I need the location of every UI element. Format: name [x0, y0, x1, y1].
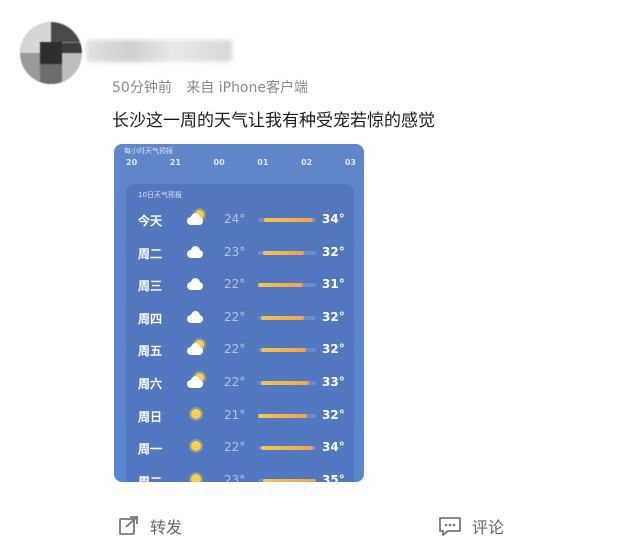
cloud-icon — [186, 308, 206, 324]
forecast-row: 周三 22° 31° — [126, 273, 354, 305]
comment-icon — [439, 517, 461, 536]
forecast-low: 23° — [224, 472, 246, 482]
forecast-row: 周五 22° 32° — [126, 338, 354, 370]
forecast-day: 周二 — [138, 474, 163, 482]
weather-screenshot[interactable]: 每小时天气预报 20 21 00 01 02 03 10日天气预报 今天 24° 3… — [114, 144, 364, 482]
hourly-title: 每小时天气预报 — [124, 147, 173, 155]
forecast-day: 周日 — [138, 409, 163, 424]
temperature-range-fill — [260, 381, 310, 385]
forecast-low: 22° — [224, 309, 246, 324]
post-time: 50分钟前 — [112, 80, 172, 96]
comment-label: 评论 — [472, 518, 505, 537]
forecast-high: 32° — [322, 244, 345, 259]
username-redacted[interactable] — [86, 40, 232, 62]
temperature-range-bar — [258, 250, 316, 255]
forecast-high: 34° — [322, 440, 345, 455]
forecast-high: 32° — [322, 407, 345, 422]
hourly-time: 01 — [257, 158, 269, 167]
temperature-range-fill — [260, 315, 305, 320]
hourly-time: 00 — [213, 158, 225, 167]
forecast-row: 周一 22° 34° — [126, 436, 354, 468]
forecast-low: 23° — [224, 244, 246, 259]
forecast-high: 34° — [322, 212, 345, 226]
temperature-range-fill — [262, 250, 305, 255]
temperature-range-bar — [258, 218, 316, 222]
temperature-range-bar — [258, 478, 316, 482]
temperature-range-fill — [260, 446, 314, 451]
repost-icon — [119, 516, 138, 535]
forecast-day: 周二 — [138, 246, 163, 261]
post-source[interactable]: 来自 iPhone客户端 — [186, 80, 308, 96]
sun-icon — [186, 471, 206, 482]
hourly-time: 03 — [344, 158, 356, 167]
forecast-low: 22° — [224, 440, 246, 455]
forecast-high: 33° — [322, 375, 345, 389]
temperature-range-bar — [258, 283, 316, 288]
forecast-low: 22° — [224, 277, 246, 292]
forecast-row: 周六 22° 33° — [126, 371, 354, 403]
forecast-low: 24° — [224, 212, 246, 226]
avatar[interactable] — [20, 22, 82, 84]
temperature-range-fill — [258, 413, 308, 418]
cloud-icon — [186, 243, 206, 259]
forecast-high: 32° — [322, 342, 345, 357]
partly-cloudy-icon — [186, 210, 206, 226]
temperature-range-bar — [258, 348, 316, 353]
forecast-row: 周四 22° 32° — [126, 306, 354, 338]
temperature-range-bar — [258, 446, 316, 451]
partly-cloudy-icon — [186, 373, 206, 389]
hourly-time: 21 — [169, 158, 181, 167]
forecast-day: 今天 — [138, 214, 163, 228]
forecast-title: 10日天气预报 — [138, 191, 182, 199]
temperature-range-fill — [258, 283, 304, 288]
temperature-range-fill — [260, 348, 306, 353]
forecast-row: 今天 24° 34° — [126, 208, 354, 240]
forecast-day: 周五 — [138, 344, 163, 359]
forecast-day: 周一 — [138, 442, 163, 457]
temperature-range-bar — [258, 381, 316, 385]
temperature-range-bar — [258, 315, 316, 320]
post-meta: 50分钟前 来自 iPhone客户端 — [112, 77, 318, 97]
hourly-forecast: 每小时天气预报 20 21 00 01 02 03 — [114, 144, 364, 184]
forecast-high: 32° — [322, 309, 345, 324]
temperature-range-bar — [258, 413, 316, 418]
forecast-low: 21° — [224, 407, 246, 422]
forecast-day: 周六 — [138, 377, 163, 391]
hourly-times: 20 21 00 01 02 03 — [126, 158, 356, 167]
forecast-high: 35° — [322, 472, 345, 482]
ten-day-forecast: 10日天气预报 今天 24° 34° 周二 23° 32° 周三 22° 31° 周四 22° 32°… — [126, 184, 354, 482]
hourly-time: 20 — [126, 158, 138, 167]
post-text: 长沙这一周的天气让我有种受宠若惊的感觉 — [112, 111, 435, 131]
hourly-time: 02 — [301, 158, 313, 167]
forecast-high: 31° — [322, 277, 345, 292]
repost-label: 转发 — [150, 518, 183, 537]
temperature-range-fill — [262, 478, 316, 482]
forecast-row: 周二 23° 32° — [126, 241, 354, 273]
partly-cloudy-icon — [186, 340, 206, 356]
post-actions: 转发 评论 — [0, 504, 640, 544]
sun-icon — [186, 406, 206, 422]
comment-button[interactable]: 评论 — [438, 514, 504, 538]
forecast-low: 22° — [224, 375, 246, 389]
cloud-icon — [186, 275, 206, 291]
forecast-day: 周四 — [138, 311, 163, 326]
forecast-low: 22° — [224, 342, 246, 357]
sun-icon — [186, 438, 206, 454]
forecast-row: 周二 23° 35° — [126, 469, 354, 482]
forecast-day: 周三 — [138, 279, 163, 294]
repost-button[interactable]: 转发 — [118, 514, 182, 538]
forecast-row: 周日 21° 32° — [126, 404, 354, 436]
temperature-range-fill — [263, 218, 314, 222]
